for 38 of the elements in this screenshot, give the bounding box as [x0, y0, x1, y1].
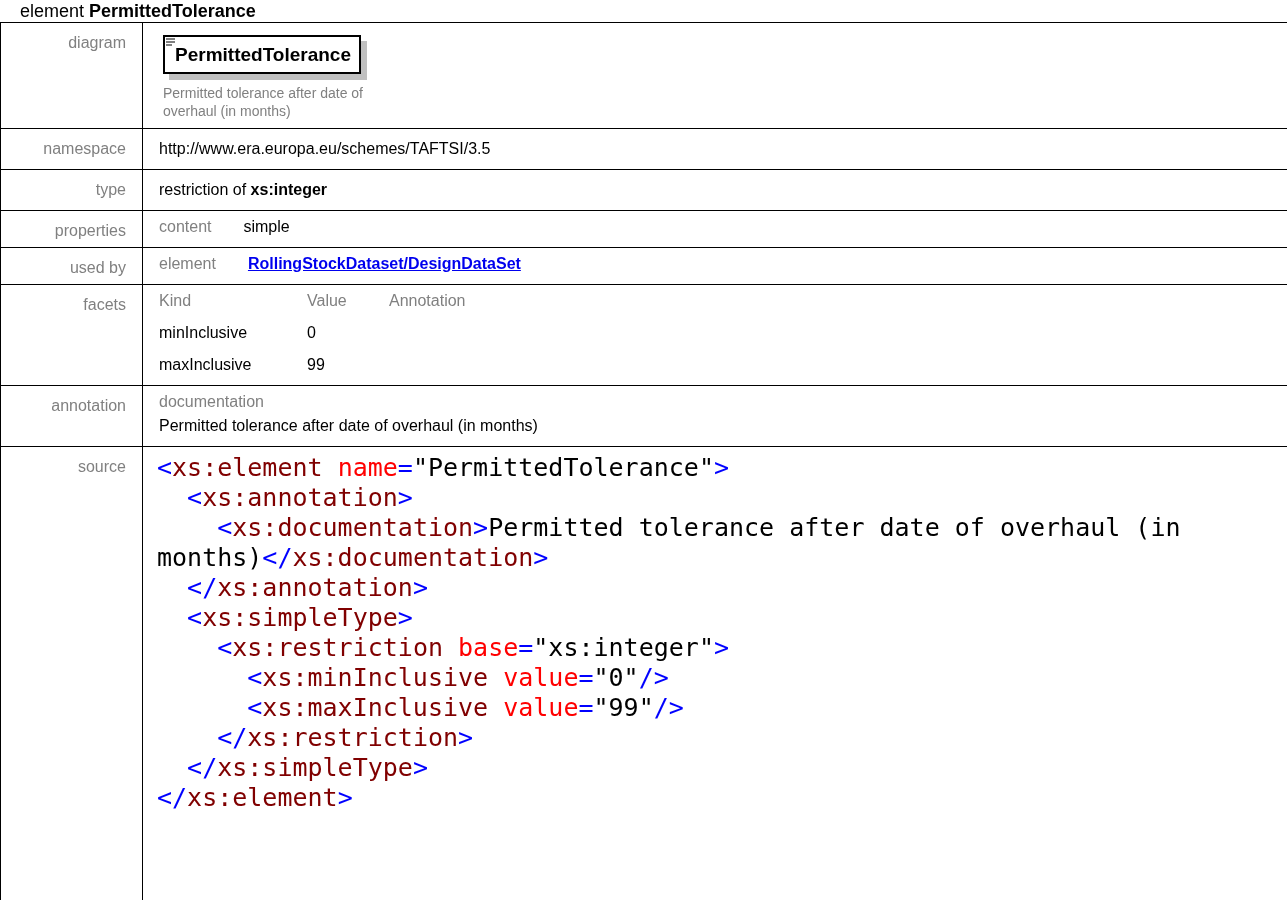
code-line: <xs:minInclusive value="0"/> [246, 662, 670, 693]
row-label: type [95, 180, 126, 198]
code-line: <xs:simpleType> [186, 602, 414, 633]
row-label: annotation [51, 396, 126, 414]
page-heading: element PermittedTolerance [19, 0, 257, 22]
code-line: <xs:annotation> [186, 482, 414, 513]
table-cell-text: minInclusive [159, 322, 249, 343]
code-line: </xs:element> [157, 782, 354, 813]
table-cell-text: maxInclusive [159, 354, 253, 375]
code-line: <xs:element name="PermittedTolerance"> [157, 452, 730, 483]
row-label: source [77, 457, 126, 475]
column-header: Value [307, 290, 348, 311]
table-cell-text: 0 [307, 322, 317, 343]
row-label: diagram [68, 34, 126, 51]
element-box: PermittedTolerance [163, 35, 361, 74]
code-line: <xs:restriction base="xs:integer"> [216, 632, 730, 663]
lines-icon [166, 38, 175, 46]
element-description: Permitted tolerance after date of overhaul (in months) [163, 83, 363, 120]
annotation-text: Permitted tolerance after date of overhaul (in months) [159, 415, 539, 436]
property-value: simple [243, 216, 290, 237]
row-label: namespace [43, 139, 126, 157]
code-line: <xs:maxInclusive value="99"/> [246, 692, 685, 723]
code-line: </xs:annotation> [186, 572, 429, 603]
property-key: content [159, 214, 212, 239]
row-label: facets [83, 295, 126, 313]
field-value: http://www.era.europa.eu/schemes/TAFTSI/3.5 [158, 138, 492, 159]
annotation-key: documentation [159, 389, 1271, 414]
row-label: used by [69, 258, 126, 276]
code-line: </xs:restriction> [216, 722, 475, 753]
field-value: restriction of xs:integer [158, 179, 329, 200]
column-header: Kind [159, 290, 193, 311]
code-line: </xs:simpleType> [186, 752, 429, 783]
row-label: properties [54, 221, 126, 239]
table-cell-text: 99 [307, 354, 326, 375]
column-header: Annotation [389, 290, 466, 311]
element-link[interactable]: RollingStockDataset/DesignDataSet [247, 251, 521, 276]
code-line: <xs:documentation>Permitted tolerance after date of overhaul (in months)</xs:documentation> [157, 512, 1182, 573]
property-key: element [159, 251, 216, 276]
